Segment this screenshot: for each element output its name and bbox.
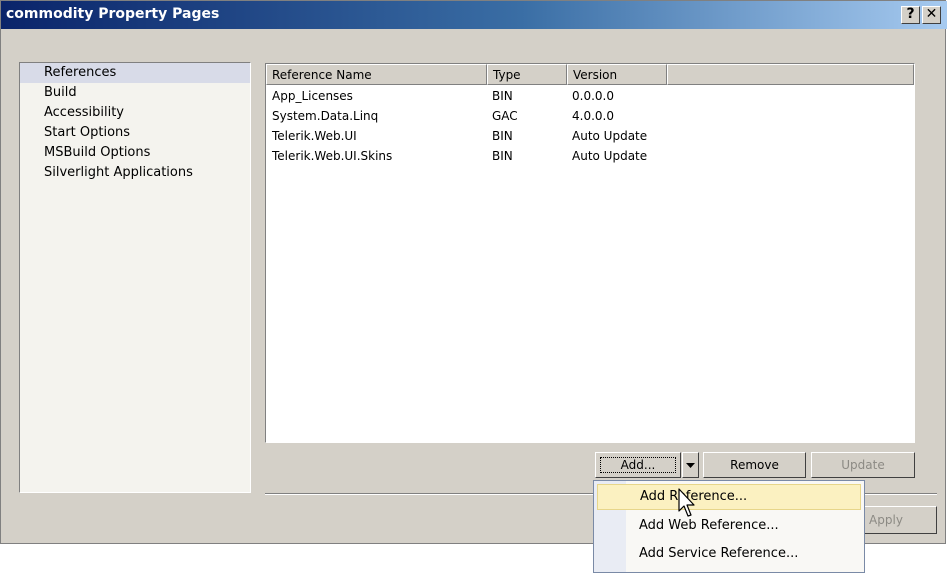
sidebar-item-silverlight-applications[interactable]: Silverlight Applications — [20, 163, 250, 183]
sidebar-item-start-options[interactable]: Start Options — [20, 123, 250, 143]
title-bar[interactable]: commodity Property Pages ? ✕ — [1, 1, 947, 29]
table-row[interactable]: App_Licenses BIN 0.0.0.0 — [266, 86, 914, 106]
table-row[interactable]: System.Data.Linq GAC 4.0.0.0 — [266, 106, 914, 126]
reference-type-cell: BIN — [492, 89, 513, 103]
reference-name-cell: App_Licenses — [272, 89, 353, 103]
reference-version-cell: Auto Update — [572, 129, 648, 143]
sidebar-item-msbuild-options[interactable]: MSBuild Options — [20, 143, 250, 163]
remove-button[interactable]: Remove — [703, 452, 806, 478]
add-dropdown-button[interactable] — [682, 452, 699, 478]
sidebar-item-references[interactable]: References — [20, 63, 250, 83]
column-header-version[interactable]: Version — [567, 64, 667, 85]
reference-type-cell: BIN — [492, 149, 513, 163]
property-pages-window: commodity Property Pages ? ✕ References … — [0, 0, 947, 544]
menu-item-add-reference[interactable]: Add Reference... — [597, 484, 861, 510]
list-header: Reference Name Type Version — [266, 64, 914, 85]
menu-item-add-service-reference[interactable]: Add Service Reference... — [597, 541, 861, 567]
reference-type-cell: BIN — [492, 129, 513, 143]
add-button[interactable]: Add... — [595, 452, 681, 478]
sidebar-item-accessibility[interactable]: Accessibility — [20, 103, 250, 123]
reference-version-cell: Auto Update — [572, 149, 648, 163]
column-header-type[interactable]: Type — [487, 64, 567, 85]
reference-type-cell: GAC — [492, 109, 518, 123]
close-button[interactable]: ✕ — [922, 6, 941, 24]
mouse-pointer-icon — [678, 488, 695, 517]
reference-name-cell: Telerik.Web.UI.Skins — [272, 149, 393, 163]
table-row[interactable]: Telerik.Web.UI.Skins BIN Auto Update — [266, 146, 914, 166]
chevron-down-icon — [686, 463, 695, 468]
column-header-empty — [667, 64, 914, 85]
reference-name-cell: System.Data.Linq — [272, 109, 379, 123]
sidebar-nav: References Build Accessibility Start Opt… — [19, 62, 251, 493]
column-header-reference-name[interactable]: Reference Name — [266, 64, 487, 85]
references-list[interactable]: Reference Name Type Version App_Licenses… — [265, 63, 915, 443]
menu-item-add-web-reference[interactable]: Add Web Reference... — [597, 513, 861, 539]
add-button-label: Add... — [620, 458, 656, 472]
reference-version-cell: 4.0.0.0 — [572, 109, 614, 123]
add-dropdown-menu: Add Reference... Add Web Reference... Ad… — [593, 480, 865, 573]
help-button[interactable]: ? — [901, 6, 920, 24]
table-row[interactable]: Telerik.Web.UI BIN Auto Update — [266, 126, 914, 146]
reference-version-cell: 0.0.0.0 — [572, 89, 614, 103]
window-title: commodity Property Pages — [6, 6, 220, 22]
update-button[interactable]: Update — [811, 452, 915, 478]
reference-name-cell: Telerik.Web.UI — [272, 129, 357, 143]
sidebar-item-build[interactable]: Build — [20, 83, 250, 103]
